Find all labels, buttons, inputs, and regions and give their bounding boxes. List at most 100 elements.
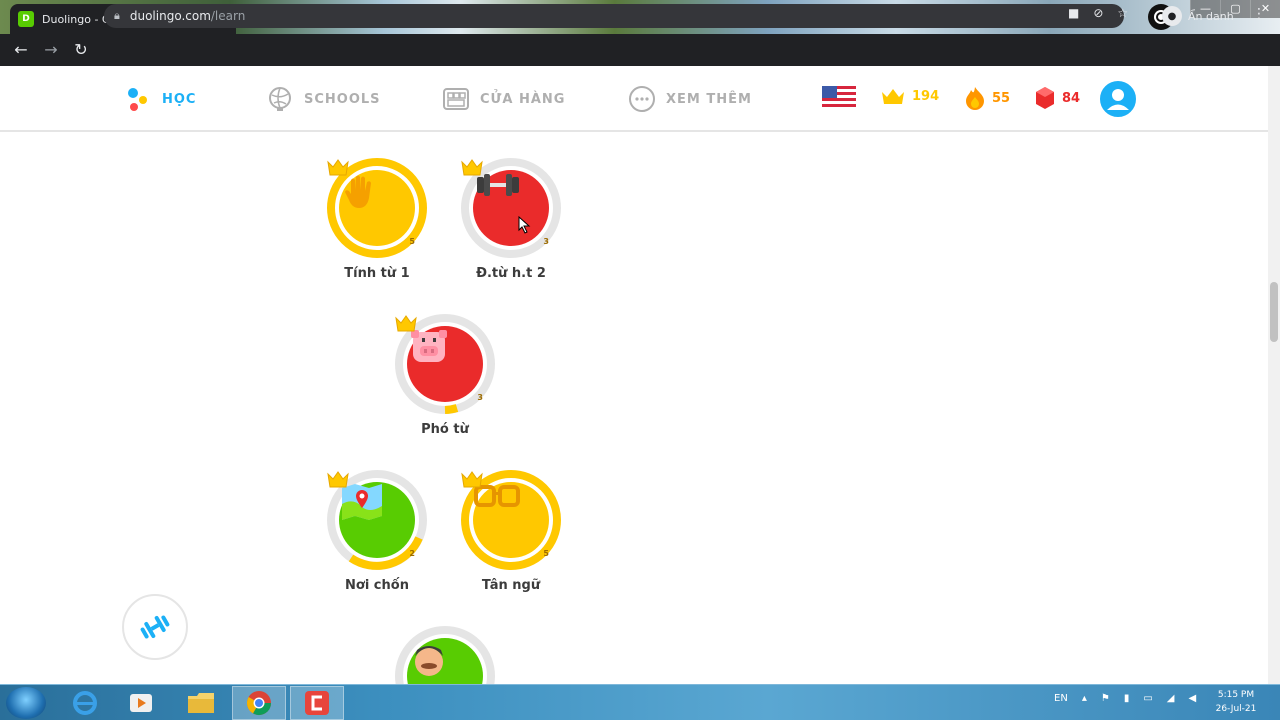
network-icon[interactable]: ◢ xyxy=(1167,693,1175,704)
page-scrollbar[interactable] xyxy=(1268,66,1280,684)
crown-badge-icon xyxy=(327,159,349,176)
skill-label: Tân ngữ xyxy=(481,578,541,593)
streak-count: 55 xyxy=(992,90,1011,106)
practice-button[interactable] xyxy=(122,594,188,660)
tray-arrow-icon[interactable]: ▴ xyxy=(1082,693,1087,704)
display-icon[interactable]: ▭ xyxy=(1143,693,1152,704)
profile-label: Ẩn danh xyxy=(1188,9,1234,23)
address-bar[interactable]: 🔒︎ duolingo.com/learn xyxy=(104,4,1124,28)
face-icon xyxy=(415,646,443,676)
gems-count: 84 xyxy=(1062,90,1081,106)
dumbbell-practice-icon xyxy=(140,615,170,639)
media-player-icon[interactable] xyxy=(114,686,168,720)
browser-menu-icon[interactable]: ⋮ xyxy=(1252,6,1266,22)
nav-more-label: XEM THÊM xyxy=(666,91,752,107)
nav-shop[interactable]: CỬA HÀNG xyxy=(442,82,565,116)
camera-icon[interactable]: ■ xyxy=(1068,6,1079,20)
url-host: duolingo.com xyxy=(129,9,211,23)
crown-badge-icon xyxy=(395,315,417,332)
lock-icon: 🔒︎ xyxy=(114,9,120,22)
skill-label: Nơi chốn xyxy=(345,578,409,593)
duolingo-favicon-icon: D xyxy=(18,11,34,27)
toolbar-icons: ■ ⊘ ☆ xyxy=(1068,6,1128,20)
scrollbar-thumb[interactable] xyxy=(1270,282,1278,342)
us-flag-icon xyxy=(822,86,856,110)
skill-disc xyxy=(473,170,549,246)
skill-tinh-tu-1[interactable]: 5 Tính từ 1 xyxy=(322,158,432,281)
more-icon xyxy=(629,86,655,112)
crown-level: 5 xyxy=(543,549,549,558)
crown-level: 5 xyxy=(409,237,415,246)
skill-label: Phó từ xyxy=(421,422,469,437)
gems-stat[interactable]: 84 xyxy=(1034,86,1080,110)
crown-badge-icon xyxy=(461,471,483,488)
chrome-taskbar-icon[interactable] xyxy=(232,686,286,720)
skill-label: Đ.từ h.t 2 xyxy=(476,266,546,281)
skill-disc xyxy=(339,482,415,558)
profile-avatar-icon[interactable] xyxy=(1100,81,1136,117)
language-indicator[interactable]: EN xyxy=(1054,693,1068,704)
skill-disc xyxy=(339,170,415,246)
url-path: /learn xyxy=(210,9,246,23)
crowns-count: 194 xyxy=(912,88,940,104)
skill-dong-tu-ht-2[interactable]: 3 Đ.từ h.t 2 xyxy=(456,158,566,281)
skill-disc xyxy=(407,326,483,402)
skill-circle[interactable]: 2 xyxy=(327,470,427,570)
skill-circle[interactable]: 5 xyxy=(461,470,561,570)
crown-icon xyxy=(882,89,904,104)
clock-date: 26-Jul-21 xyxy=(1215,704,1257,714)
nav-schools[interactable]: SCHOOLS xyxy=(266,82,381,116)
hand-icon xyxy=(345,175,371,208)
crown-badge-icon xyxy=(327,471,349,488)
language-flag[interactable] xyxy=(822,86,856,110)
duolingo-page: HỌC SCHOOLS CỬA HÀNG XEM THÊM 194 55 84 … xyxy=(0,66,1268,684)
crown-badge-icon xyxy=(461,159,483,176)
browser-toolbar: ← → ↻ xyxy=(0,34,1280,66)
streak-stat[interactable]: 55 xyxy=(964,86,1010,110)
nav-schools-label: SCHOOLS xyxy=(304,91,381,107)
nav-learn[interactable]: HỌC xyxy=(124,82,196,116)
mouse-cursor-icon xyxy=(518,216,531,234)
skill-next[interactable] xyxy=(390,626,500,684)
skill-disc xyxy=(473,482,549,558)
crown-level: 3 xyxy=(477,393,483,402)
recorder-app-icon[interactable] xyxy=(290,686,344,720)
home-dots-icon xyxy=(128,88,147,111)
skill-circle[interactable]: 3 xyxy=(461,158,561,258)
gem-icon xyxy=(1036,87,1054,109)
incognito-avatar-icon: ● xyxy=(1162,6,1182,26)
skill-circle[interactable]: 3 xyxy=(395,314,495,414)
fire-icon xyxy=(966,87,984,110)
internet-explorer-icon[interactable] xyxy=(58,686,112,720)
start-button[interactable] xyxy=(6,687,46,719)
shop-icon xyxy=(443,88,469,110)
taskbar-clock[interactable]: 5:15 PM 26-Jul-21 xyxy=(1206,688,1266,716)
crown-level: 3 xyxy=(543,237,549,246)
nav-learn-label: HỌC xyxy=(162,91,197,107)
incognito-profile-chip[interactable]: ● Ẩn danh xyxy=(1162,4,1234,28)
nav-more[interactable]: XEM THÊM xyxy=(628,82,752,116)
eye-slash-icon[interactable]: ⊘ xyxy=(1093,6,1103,20)
flag-icon[interactable]: ⚑ xyxy=(1101,693,1110,704)
skill-tan-ngu[interactable]: 5 Tân ngữ xyxy=(456,470,566,593)
back-icon[interactable]: ← xyxy=(6,36,36,64)
system-tray: EN ▴ ⚑ ▮ ▭ ◢ ◀ xyxy=(1054,693,1196,704)
skill-circle[interactable] xyxy=(395,626,495,684)
nav-shop-label: CỬA HÀNG xyxy=(480,91,566,107)
battery-icon[interactable]: ▮ xyxy=(1124,693,1130,704)
crowns-stat[interactable]: 194 xyxy=(880,86,939,106)
top-nav-header: HỌC SCHOOLS CỬA HÀNG XEM THÊM 194 55 84 xyxy=(0,66,1268,132)
skill-pho-tu[interactable]: 3 Phó từ xyxy=(390,314,500,437)
bookmark-star-icon[interactable]: ☆ xyxy=(1117,6,1128,20)
clock-time: 5:15 PM xyxy=(1217,690,1255,700)
crown-level: 2 xyxy=(409,549,415,558)
file-explorer-icon[interactable] xyxy=(174,686,228,720)
skill-circle[interactable]: 5 xyxy=(327,158,427,258)
map-icon xyxy=(342,484,382,520)
skill-noi-chon[interactable]: 2 Nơi chốn xyxy=(322,470,432,593)
volume-icon[interactable]: ◀ xyxy=(1188,693,1196,704)
globe-icon xyxy=(269,87,291,111)
reload-icon[interactable]: ↻ xyxy=(66,36,96,64)
pig-icon xyxy=(411,330,447,362)
forward-icon[interactable]: → xyxy=(36,36,66,64)
